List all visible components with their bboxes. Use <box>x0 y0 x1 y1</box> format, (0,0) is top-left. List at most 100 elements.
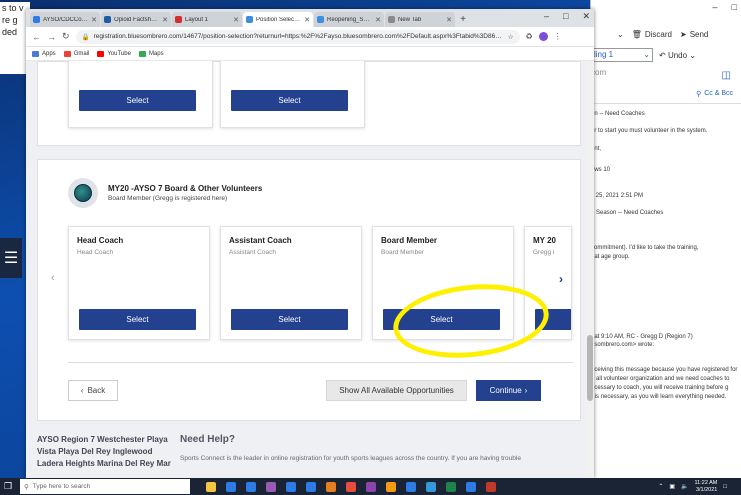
person-icon: ⚲ <box>696 91 702 98</box>
close-icon[interactable]: ✕ <box>582 11 590 22</box>
browser-tab[interactable]: Opioid Factsheet fo✕ <box>101 12 171 27</box>
new-tab-button[interactable]: + <box>456 12 470 27</box>
from-field[interactable]: com <box>591 68 741 82</box>
star-icon[interactable]: ☆ <box>508 33 514 41</box>
continue-button[interactable]: Continue › <box>476 380 541 401</box>
scrollbar-thumb[interactable] <box>587 335 593 401</box>
chevron-up-icon[interactable]: ⌃ <box>658 483 663 490</box>
taskbar-app-icon[interactable] <box>446 481 456 492</box>
close-icon[interactable]: ✕ <box>233 16 239 24</box>
send-button[interactable]: ➤ Send <box>680 30 708 39</box>
position-card-partial: MY 20 Gregg i <box>524 226 572 340</box>
browser-tab[interactable]: Position Selection ✕ <box>243 12 313 27</box>
bookmark-label: Apps <box>42 50 56 57</box>
profile-avatar[interactable] <box>538 32 548 41</box>
popout-icon[interactable]: ◫ <box>722 70 731 81</box>
taskbar-app-icon[interactable] <box>406 481 416 492</box>
show-all-opportunities-button[interactable]: Show All Available Opportunities <box>326 380 467 401</box>
taskbar-search-input[interactable]: ⚲ Type here to search <box>20 479 190 494</box>
taskbar-app-icon[interactable] <box>366 481 376 492</box>
maximize-icon[interactable]: □ <box>563 11 568 22</box>
notification-icon[interactable]: □ <box>723 484 727 490</box>
chevron-left-icon[interactable]: ‹ <box>51 272 55 284</box>
bookmark-item[interactable]: Gmail <box>63 50 89 57</box>
email-text-line: g Season -- Need Coaches <box>591 210 664 216</box>
clock[interactable]: 11:22 AM 3/1/2021 <box>695 480 718 493</box>
position-card: Select <box>220 61 365 128</box>
browser-tab[interactable]: New Tab ✕ <box>385 12 455 27</box>
maximize-icon[interactable]: □ <box>732 2 737 12</box>
browser-tab[interactable]: Reopening_Sports ✕ <box>314 12 384 27</box>
close-icon[interactable]: ✕ <box>304 16 310 24</box>
browser-tab[interactable]: Layout 1 ✕ <box>172 12 242 27</box>
reload-icon[interactable]: ↻ <box>62 31 70 42</box>
taskbar-app-icon[interactable] <box>326 481 336 492</box>
taskbar-app-icon[interactable] <box>486 481 496 492</box>
email-text-line: on -- Need Coaches <box>591 111 645 117</box>
bookmark-icon <box>97 50 105 57</box>
bookmark-item[interactable]: Apps <box>32 50 56 57</box>
favicon-icon <box>246 16 253 23</box>
help-title: Need Help? <box>180 434 236 445</box>
network-icon[interactable]: ▣ <box>669 483 675 490</box>
document-icon[interactable]: ☰ <box>0 238 22 278</box>
undo-button[interactable]: ↶ Undo ⌄ <box>659 51 696 60</box>
taskbar-app-icon[interactable] <box>226 481 236 492</box>
lock-icon: 🔒 <box>81 33 90 41</box>
extensions-icon[interactable]: ♻ <box>526 32 533 41</box>
volume-icon[interactable]: 🔈 <box>681 483 688 490</box>
page-scrollbar[interactable] <box>586 61 594 478</box>
email-text-line: hat age group. <box>591 254 630 260</box>
browser-tab[interactable]: AYSO/CDCConcussio✕ <box>30 12 100 27</box>
select-button[interactable]: Select <box>79 90 196 111</box>
menu-icon[interactable]: ⋮ <box>554 32 562 41</box>
tabs: AYSO/CDCConcussio✕Opioid Factsheet fo✕La… <box>30 9 456 27</box>
forward-arrow-icon[interactable]: → <box>47 32 56 42</box>
taskbar-app-icon[interactable] <box>246 481 256 492</box>
chevron-down-icon[interactable]: ⌄ <box>617 30 624 39</box>
discard-button[interactable]: 🗑 Discard <box>632 30 672 39</box>
style-select[interactable]: ling 1 ⌄ <box>591 48 653 62</box>
select-button[interactable] <box>535 309 571 330</box>
select-button[interactable]: Select <box>383 309 500 330</box>
taskbar-app-icon[interactable] <box>266 481 276 492</box>
email-text-line: , at 9:10 AM, RC - Gregg D (Region 7) <box>591 334 693 340</box>
tab-label: AYSO/CDCConcussio <box>43 16 88 23</box>
send-icon: ➤ <box>679 29 687 39</box>
close-icon[interactable]: ✕ <box>91 16 97 24</box>
card-title: Assistant Coach <box>229 236 292 245</box>
minimize-icon[interactable]: – <box>544 11 549 22</box>
chevron-right-icon[interactable]: › <box>559 272 563 286</box>
back-button[interactable]: ‹ Back <box>68 380 118 401</box>
taskbar-app-icon[interactable] <box>306 481 316 492</box>
card-subtitle: Head Coach <box>77 249 114 256</box>
mail-toolbar: ⌄ 🗑 Discard ➤ Send <box>591 22 741 46</box>
close-icon[interactable]: ✕ <box>446 16 452 24</box>
taskbar-app-icon[interactable] <box>206 481 216 492</box>
back-arrow-icon[interactable]: ← <box>32 32 41 42</box>
taskbar-app-icon[interactable] <box>286 481 296 492</box>
card-subtitle: Assistant Coach <box>229 249 276 256</box>
bookmark-item[interactable]: YouTube <box>97 50 131 57</box>
windows-start-icon[interactable]: ❒ <box>0 478 16 495</box>
minimize-icon[interactable]: – <box>713 2 718 12</box>
tab-label: New Tab <box>398 16 422 23</box>
card-subtitle: Board Member <box>381 249 424 256</box>
mail-window-controls: – □ <box>713 2 737 12</box>
taskbar-app-icon[interactable] <box>466 481 476 492</box>
select-button[interactable]: Select <box>231 309 348 330</box>
close-icon[interactable]: ✕ <box>162 16 168 24</box>
select-button[interactable]: Select <box>79 309 196 330</box>
url-input[interactable]: 🔒 registration.bluesombrero.com/14677/po… <box>75 29 520 44</box>
group-subtitle: Board Member (Gregg is registered here) <box>108 195 228 202</box>
email-text-line: r is necessary, as you will learn everyt… <box>591 394 727 400</box>
taskbar-app-icon[interactable] <box>346 481 356 492</box>
taskbar-app-icon[interactable] <box>386 481 396 492</box>
tab-label: Layout 1 <box>185 16 209 23</box>
cc-bcc-button[interactable]: ⚲ Cc & Bcc <box>696 90 733 98</box>
taskbar-app-icon[interactable] <box>426 481 436 492</box>
close-icon[interactable]: ✕ <box>375 16 381 24</box>
favicon-icon <box>175 16 182 23</box>
select-button[interactable]: Select <box>231 90 348 111</box>
bookmark-item[interactable]: Maps <box>138 50 164 57</box>
